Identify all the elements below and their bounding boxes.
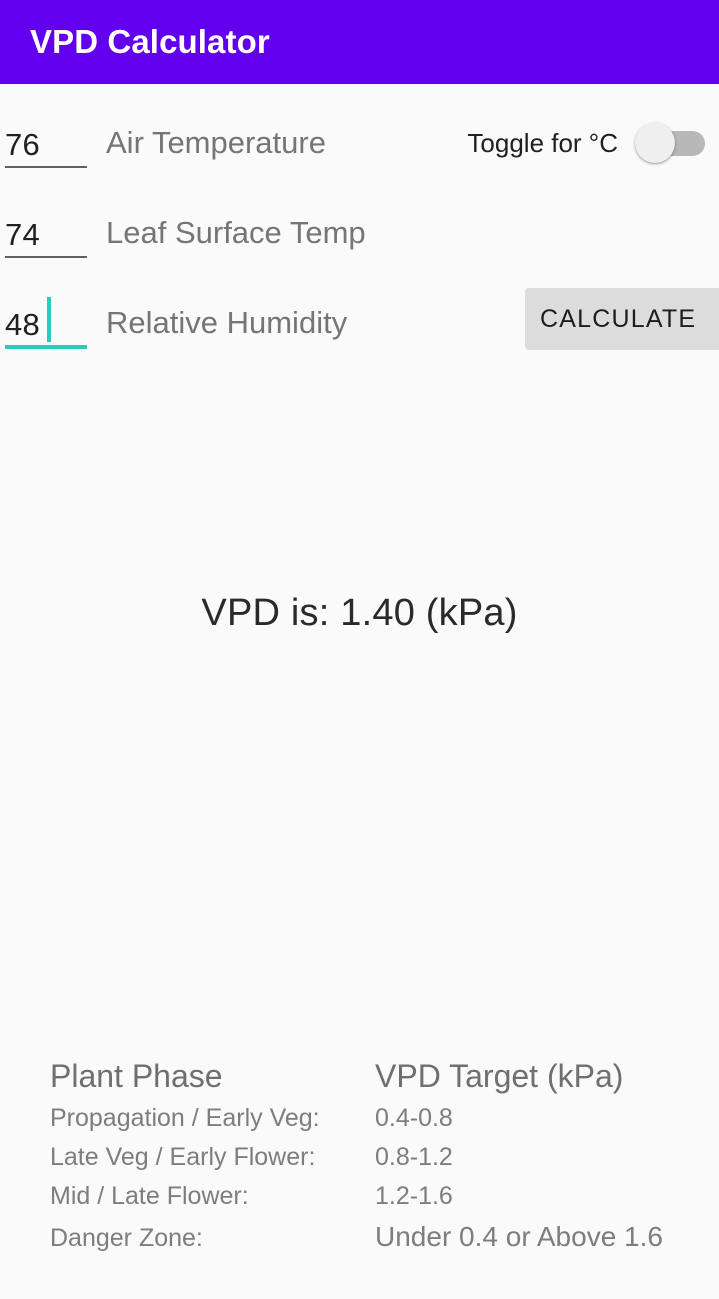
phase-label: Propagation / Early Veg:: [50, 1104, 320, 1132]
leaf-surface-temp-input[interactable]: 74: [5, 202, 87, 264]
leaf-surface-temp-value: 74: [5, 217, 40, 252]
phase-target: Under 0.4 or Above 1.6: [375, 1221, 663, 1252]
column-header-vpd-target: VPD Target (kPa): [375, 1058, 624, 1094]
relative-humidity-value: 48: [5, 307, 40, 342]
column-header-plant-phase: Plant Phase: [50, 1058, 223, 1094]
table-row: Danger Zone: Under 0.4 or Above 1.6: [50, 1221, 710, 1260]
unit-toggle-group[interactable]: Toggle for °C: [467, 112, 705, 174]
phase-target: 0.4-0.8: [375, 1104, 453, 1132]
switch-thumb-icon: [635, 123, 675, 163]
phase-target: 1.2-1.6: [375, 1182, 453, 1210]
text-caret-icon: [47, 297, 51, 342]
relative-humidity-input[interactable]: 48: [5, 292, 87, 354]
vpd-reference-table: Plant Phase VPD Target (kPa) Propagation…: [50, 1058, 710, 1260]
air-temperature-input[interactable]: 76: [5, 112, 87, 174]
phase-label: Danger Zone:: [50, 1224, 203, 1252]
field-row-leaf-surface-temp: 74 Leaf Surface Temp: [0, 194, 719, 284]
app-bar: VPD Calculator: [0, 0, 719, 84]
table-row: Mid / Late Flower: 1.2-1.6: [50, 1182, 710, 1221]
unit-toggle-switch[interactable]: [635, 123, 705, 163]
app-title: VPD Calculator: [30, 23, 270, 60]
air-temperature-value: 76: [5, 127, 40, 162]
phase-label: Mid / Late Flower:: [50, 1182, 249, 1210]
table-row: Propagation / Early Veg: 0.4-0.8: [50, 1104, 710, 1143]
air-temperature-underline: [5, 166, 87, 168]
table-row: Late Veg / Early Flower: 0.8-1.2: [50, 1143, 710, 1182]
table-header-row: Plant Phase VPD Target (kPa): [50, 1058, 710, 1104]
relative-humidity-underline: [5, 345, 87, 349]
relative-humidity-label: Relative Humidity: [106, 305, 348, 340]
air-temperature-label: Air Temperature: [106, 125, 326, 160]
phase-target: 0.8-1.2: [375, 1143, 453, 1171]
unit-toggle-label: Toggle for °C: [467, 127, 618, 158]
calculate-button[interactable]: CALCULATE: [525, 288, 719, 350]
phase-label: Late Veg / Early Flower:: [50, 1143, 316, 1171]
leaf-surface-temp-underline: [5, 256, 87, 258]
leaf-surface-temp-label: Leaf Surface Temp: [106, 215, 366, 250]
field-row-air-temperature: 76 Air Temperature Toggle for °C: [0, 104, 719, 194]
vpd-result-text: VPD is: 1.40 (kPa): [201, 592, 518, 634]
